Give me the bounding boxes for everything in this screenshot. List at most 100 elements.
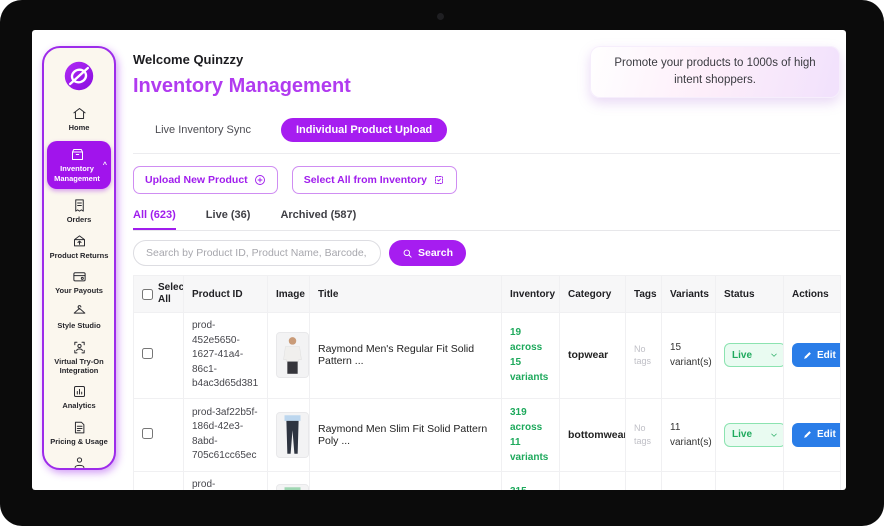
product-thumbnail-trousers xyxy=(276,412,309,458)
sidebar-item-style-studio[interactable]: Style Studio xyxy=(47,304,111,330)
category-cell: topwear xyxy=(560,313,626,399)
product-thumbnail-trousers xyxy=(276,484,309,491)
sidebar-item-virtual-try-on[interactable]: Virtual Try-On Integration xyxy=(47,340,111,376)
filter-tab-live[interactable]: Live (36) xyxy=(206,209,251,230)
home-icon xyxy=(72,106,87,121)
sidebar-item-home[interactable]: Home xyxy=(47,106,111,132)
pricing-icon xyxy=(72,420,87,435)
sidebar-item-inventory-management[interactable]: Inventory Management ^ xyxy=(47,141,111,189)
table-row: prod-452e5650-1627-41a4-86c1-b4ac3d65d38… xyxy=(134,313,841,399)
sidebar-item-label: Home xyxy=(69,123,90,132)
sidebar-item-label: Orders xyxy=(67,215,92,224)
tags-cell: No tags xyxy=(626,313,662,399)
try-on-icon xyxy=(72,340,87,355)
inventory-cell: 319 across 11 variants xyxy=(502,398,560,471)
products-table: Select All Product ID Image Title Invent… xyxy=(133,275,841,490)
upload-mode-tabs: Live Inventory Sync Individual Product U… xyxy=(133,118,840,154)
sidebar-item-label: Your Payouts xyxy=(55,286,103,295)
column-header: Variants xyxy=(662,276,716,313)
sidebar: Home Inventory Management ^ Orders Produ… xyxy=(42,46,116,470)
product-id: prod-452e5650-1627-41a4-86c1-b4ac3d65d38… xyxy=(184,313,268,399)
edit-button-label: Edit xyxy=(817,429,836,440)
column-header: Tags xyxy=(626,276,662,313)
edit-button[interactable]: Edit xyxy=(792,423,841,447)
sidebar-item-label: Pricing & Usage xyxy=(50,437,108,446)
orders-icon xyxy=(72,198,87,213)
column-header: Select All xyxy=(158,282,184,306)
edit-button-label: Edit xyxy=(817,350,836,361)
sidebar-item-pricing-usage[interactable]: Pricing & Usage xyxy=(47,420,111,446)
column-header: Title xyxy=(310,276,502,313)
product-id: prod-401d4546-21c1-4851-8cac- xyxy=(184,471,268,490)
device-frame: Home Inventory Management ^ Orders Produ… xyxy=(0,0,884,526)
filter-tab-all[interactable]: All (623) xyxy=(133,209,176,230)
tab-individual-product-upload[interactable]: Individual Product Upload xyxy=(281,118,447,142)
tags-cell: No tags xyxy=(626,471,662,490)
search-row: Search xyxy=(133,240,840,266)
status-value: Live xyxy=(732,429,752,440)
variants-cell: 15 variant(s) xyxy=(662,313,716,399)
product-title: Raymond Men Slim Fit Solid Pattern Poly … xyxy=(310,398,502,471)
circle-plus-icon xyxy=(254,174,266,186)
chevron-up-icon: ^ xyxy=(103,162,107,169)
table-header-row: Select All Product ID Image Title Invent… xyxy=(134,276,841,313)
style-studio-icon xyxy=(72,304,87,319)
search-icon xyxy=(402,248,413,259)
promo-banner: Promote your products to 1000s of high i… xyxy=(590,46,840,98)
search-button-label: Search xyxy=(418,247,453,259)
promo-text: Promote your products to 1000s of high i… xyxy=(608,55,822,88)
product-title: Raymond Men's Regular Fit Solid Pattern … xyxy=(310,313,502,399)
camera-dot xyxy=(437,13,444,20)
status-value: Live xyxy=(732,350,752,361)
select-all-from-inventory-label: Select All from Inventory xyxy=(304,174,427,186)
toolbar: Upload New Product Select All from Inven… xyxy=(133,166,840,194)
category-cell: bottomwear xyxy=(560,471,626,490)
search-input[interactable] xyxy=(133,240,381,266)
filter-tab-archived[interactable]: Archived (587) xyxy=(280,209,356,230)
edit-button[interactable]: Edit xyxy=(792,343,841,367)
column-header: Product ID xyxy=(184,276,268,313)
tab-live-inventory-sync[interactable]: Live Inventory Sync xyxy=(155,124,251,136)
column-header: Category xyxy=(560,276,626,313)
variants-cell: 11 variant(s) xyxy=(662,398,716,471)
inventory-cell: 19 across 15 variants xyxy=(502,313,560,399)
payouts-icon xyxy=(72,269,87,284)
search-button[interactable]: Search xyxy=(389,240,466,266)
filter-tabs: All (623) Live (36) Archived (587) xyxy=(133,209,840,231)
upload-new-product-button[interactable]: Upload New Product xyxy=(133,166,278,194)
app-screen: Home Inventory Management ^ Orders Produ… xyxy=(32,30,846,490)
column-header: Inventory xyxy=(502,276,560,313)
status-dropdown[interactable]: Live xyxy=(724,423,784,447)
select-all-from-inventory-button[interactable]: Select All from Inventory xyxy=(292,166,457,194)
select-all-icon xyxy=(433,174,445,186)
product-id: prod-3af22b5f-186d-42e3-8abd-705c61cc65e… xyxy=(184,398,268,471)
inventory-icon xyxy=(70,147,85,162)
sidebar-item-label: Product Returns xyxy=(50,251,109,260)
pencil-icon xyxy=(803,430,812,439)
account-icon xyxy=(72,455,87,470)
sidebar-item-analytics[interactable]: Analytics xyxy=(47,384,111,410)
sidebar-item-label: Inventory Management xyxy=(51,164,103,183)
table-row: prod-3af22b5f-186d-42e3-8abd-705c61cc65e… xyxy=(134,398,841,471)
sidebar-item-label: Style Studio xyxy=(57,321,100,330)
row-checkbox[interactable] xyxy=(142,428,153,439)
main-content: Welcome Quinzzy Inventory Management Pro… xyxy=(133,30,840,490)
column-header: Image xyxy=(268,276,310,313)
sidebar-item-product-returns[interactable]: Product Returns xyxy=(47,234,111,260)
column-header: Status xyxy=(716,276,784,313)
select-all-checkbox[interactable] xyxy=(142,289,153,300)
upload-new-product-label: Upload New Product xyxy=(145,174,248,186)
chevron-down-icon xyxy=(770,351,778,359)
sidebar-item-your-payouts[interactable]: Your Payouts xyxy=(47,269,111,295)
sidebar-item-label: Analytics xyxy=(62,401,95,410)
category-cell: bottomwear xyxy=(560,398,626,471)
row-checkbox[interactable] xyxy=(142,348,153,359)
table-row: prod-401d4546-21c1-4851-8cac- Park Avenu… xyxy=(134,471,841,490)
inventory-cell: 315 across 5 variants xyxy=(502,471,560,490)
product-title: Park Avenue Men's Fitted Trouser xyxy=(310,471,502,490)
variants-cell: 5 variant(s) xyxy=(662,471,716,490)
sidebar-item-orders[interactable]: Orders xyxy=(47,198,111,224)
sidebar-item-my-account[interactable]: My Account xyxy=(47,455,111,470)
status-dropdown[interactable]: Live xyxy=(724,343,784,367)
returns-icon xyxy=(72,234,87,249)
